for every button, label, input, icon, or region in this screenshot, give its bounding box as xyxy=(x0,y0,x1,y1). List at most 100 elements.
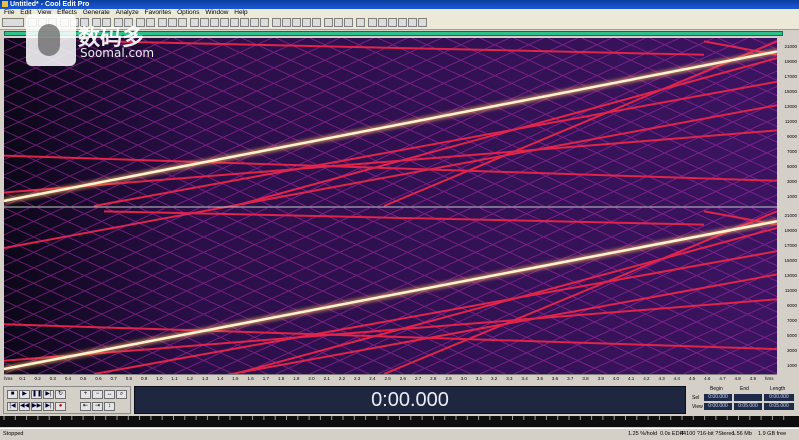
tool-button-17[interactable] xyxy=(388,18,397,27)
freq-tick: 9000 xyxy=(786,134,797,139)
zoom-full-button[interactable]: ↔ xyxy=(104,390,115,399)
metronome-button[interactable] xyxy=(200,18,209,27)
time-tick: 4.2 xyxy=(643,376,650,381)
time-tick: hms xyxy=(765,376,774,381)
zoom-out-horizontal-button[interactable]: − xyxy=(92,390,103,399)
watermark: 数码多 Soomal.com xyxy=(8,14,178,70)
go-to-start-button[interactable]: |◀ xyxy=(7,402,18,411)
time-tick: 4.1 xyxy=(628,376,635,381)
tool-button-10[interactable] xyxy=(312,18,321,27)
go-to-end-button[interactable]: ▶| xyxy=(43,402,54,411)
view-end-field[interactable]: 0:05.000 xyxy=(734,403,762,410)
zoom-left-button[interactable]: ⇤ xyxy=(80,402,91,411)
time-tick: 0.4 xyxy=(64,376,72,381)
tool-button-4[interactable] xyxy=(250,18,259,27)
rewind-button[interactable]: ◀◀ xyxy=(19,402,30,411)
tool-button-15[interactable] xyxy=(368,18,377,27)
sel-end-field[interactable] xyxy=(734,394,762,401)
tool-button-16[interactable] xyxy=(378,18,387,27)
time-tick: 2.4 xyxy=(369,376,376,381)
time-tick: 2.1 xyxy=(323,376,330,381)
selection-view-panel: Begin End Length Sel 0:00.000 0:00.000 V… xyxy=(690,386,796,414)
time-tick: 0.9 xyxy=(140,376,148,381)
zoom-in-horizontal-button[interactable]: + xyxy=(80,390,91,399)
tool-button-8[interactable] xyxy=(292,18,301,27)
freq-tick: 1000 xyxy=(786,363,797,368)
time-tick: 1.8 xyxy=(277,376,285,381)
view-length-field[interactable]: 0:05.000 xyxy=(764,403,794,410)
tool-button-1[interactable] xyxy=(220,18,229,27)
menu-options[interactable]: Options xyxy=(177,9,199,17)
tool-button-19[interactable] xyxy=(408,18,417,27)
time-tick: 4.6 xyxy=(704,376,711,381)
time-tick: 3.8 xyxy=(582,376,589,381)
time-tick: 1.0 xyxy=(156,376,163,381)
snap-button[interactable] xyxy=(178,18,187,27)
tool-button-18[interactable] xyxy=(398,18,407,27)
menu-help[interactable]: Help xyxy=(234,9,247,17)
pause-button[interactable]: ❚❚ xyxy=(31,390,42,399)
view-row-label: View xyxy=(692,404,703,410)
time-tick: 2.6 xyxy=(399,376,406,381)
frequency-ruler: 21000 19000 17000 15000 13000 11000 9000… xyxy=(777,38,799,374)
freq-tick: 5000 xyxy=(786,333,797,338)
menu-window[interactable]: Window xyxy=(205,9,228,17)
zoom-selection-button[interactable]: ⌕ xyxy=(116,390,127,399)
sel-begin-field[interactable]: 0:00.000 xyxy=(704,394,732,401)
zoom-in-vertical-button[interactable]: ↕ xyxy=(104,402,115,411)
tool-button-5[interactable] xyxy=(260,18,269,27)
time-tick: 3.2 xyxy=(491,376,498,381)
spectrogram xyxy=(0,37,799,417)
tool-button-3[interactable] xyxy=(240,18,249,27)
play-button[interactable]: ▶ xyxy=(19,390,30,399)
tool-button-12[interactable] xyxy=(334,18,343,27)
time-tick: 3.7 xyxy=(567,376,574,381)
record-button[interactable]: ● xyxy=(55,402,66,411)
zoom-right-button[interactable]: ⇥ xyxy=(92,402,103,411)
play-to-end-button[interactable]: ▶| xyxy=(43,390,54,399)
time-tick: 1.4 xyxy=(217,376,224,381)
freq-tick: 3000 xyxy=(786,348,797,353)
fast-forward-button[interactable]: ▶▶ xyxy=(31,402,42,411)
stop-button[interactable]: ■ xyxy=(7,390,18,399)
level-meter-scale xyxy=(3,416,785,420)
tool-button-20[interactable] xyxy=(418,18,427,27)
tool-button-13[interactable] xyxy=(344,18,353,27)
time-tick: 3.4 xyxy=(521,376,528,381)
tool-button-11[interactable] xyxy=(324,18,333,27)
freq-tick: 7000 xyxy=(786,149,797,154)
freq-tick: 19000 xyxy=(784,228,797,233)
sel-length-field[interactable]: 0:00.000 xyxy=(764,394,794,401)
end-header: End xyxy=(740,386,749,392)
record-mode-button[interactable] xyxy=(190,18,199,27)
view-begin-field[interactable]: 0:00.000 xyxy=(704,403,732,410)
time-tick: 1.5 xyxy=(232,376,239,381)
time-ruler: hms 0.1 0.2 0.3 0.4 0.5 0.6 0.7 0.8 0.9 1.0 1.1 1.2 1… xyxy=(4,374,777,383)
spectral-display[interactable] xyxy=(0,37,799,417)
time-tick: 1.7 xyxy=(262,376,269,381)
time-tick: 2.5 xyxy=(384,376,391,381)
freq-tick: 1000 xyxy=(786,194,797,199)
tool-button-2[interactable] xyxy=(230,18,239,27)
cd-button[interactable] xyxy=(210,18,219,27)
app-icon xyxy=(2,1,8,7)
time-tick: 3.0 xyxy=(460,376,467,381)
tool-button-9[interactable] xyxy=(302,18,311,27)
time-tick: 4.5 xyxy=(688,376,696,381)
freq-tick: 3000 xyxy=(786,179,797,184)
time-tick: 3.1 xyxy=(475,376,483,381)
freq-tick: 11000 xyxy=(784,119,797,124)
loop-button[interactable]: ↻ xyxy=(55,390,66,399)
time-tick: 0.7 xyxy=(110,376,117,381)
time-tick: 1.6 xyxy=(247,376,254,381)
tool-button-14[interactable] xyxy=(356,18,365,27)
tool-button-7[interactable] xyxy=(282,18,291,27)
time-tick: 1.3 xyxy=(201,376,209,381)
time-tick: hms xyxy=(4,376,13,381)
time-tick: 0.5 xyxy=(80,376,87,381)
time-tick: 4.8 xyxy=(734,376,741,381)
time-tick: 1.1 xyxy=(171,376,178,381)
time-tick: 1.9 xyxy=(293,376,300,381)
time-tick: 2.7 xyxy=(414,376,422,381)
tool-button-6[interactable] xyxy=(272,18,281,27)
